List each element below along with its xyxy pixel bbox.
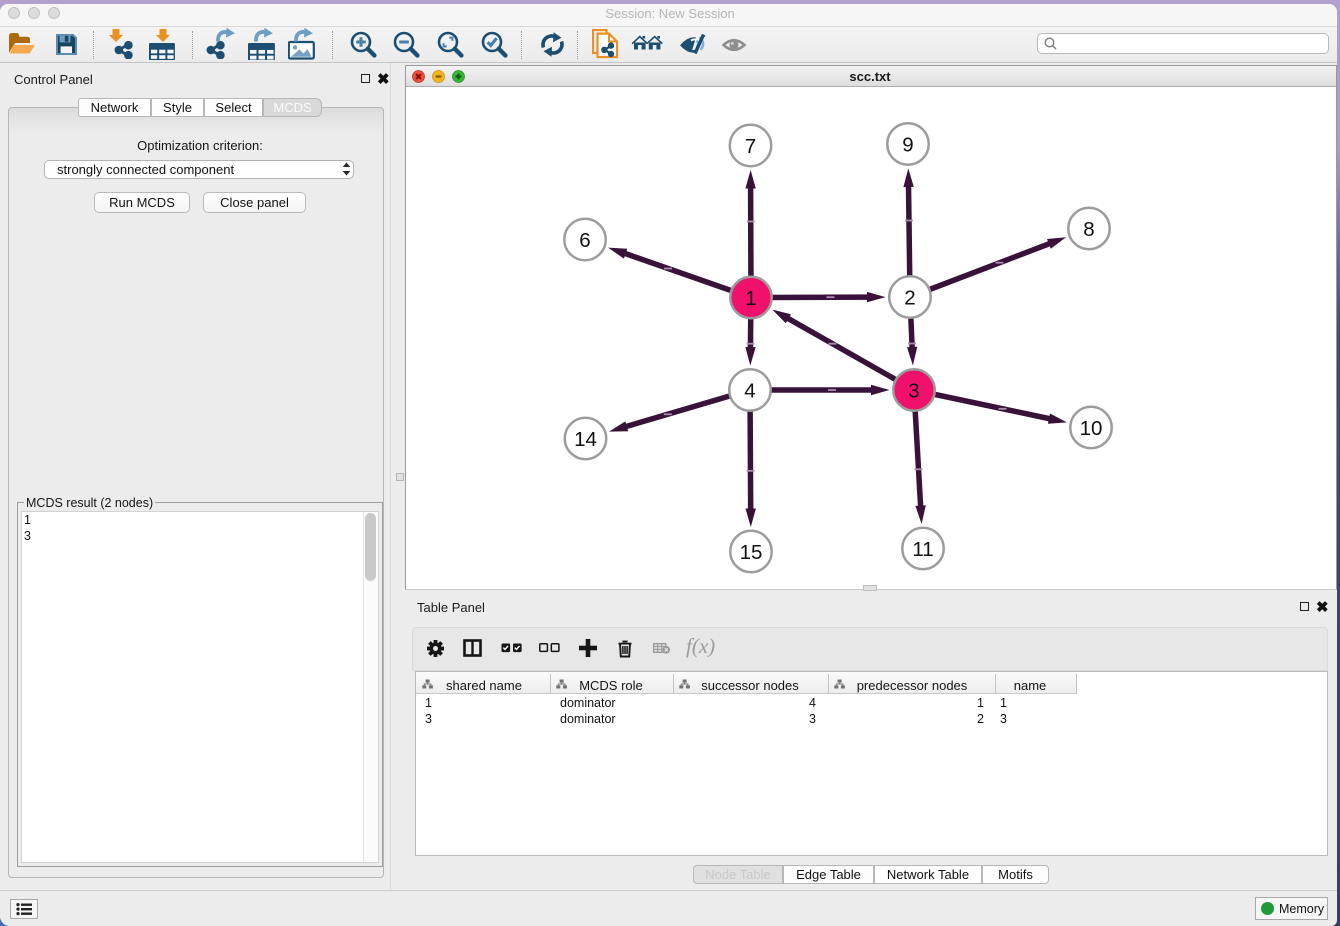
svg-text:8: 8 [1083,218,1094,241]
svg-text:9: 9 [902,133,913,156]
svg-text:4: 4 [744,379,755,402]
svg-text:3: 3 [908,379,919,402]
svg-text:6: 6 [579,229,590,252]
svg-text:1: 1 [745,287,756,310]
svg-text:14: 14 [574,428,597,451]
svg-text:15: 15 [740,541,763,564]
svg-text:11: 11 [912,538,933,561]
svg-text:7: 7 [745,135,756,158]
svg-text:2: 2 [904,286,915,309]
svg-text:10: 10 [1080,417,1103,440]
